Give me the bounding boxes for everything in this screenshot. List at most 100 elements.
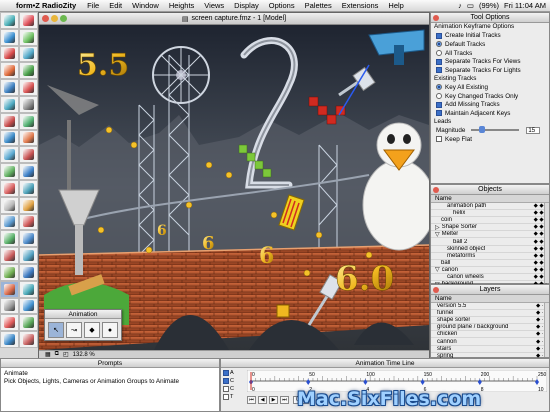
layers-list-item[interactable]: cannon ◆ · · bbox=[431, 338, 549, 346]
timeline-title[interactable]: Animation Time Line bbox=[221, 359, 549, 368]
menu-help[interactable]: Help bbox=[383, 1, 408, 10]
modeling-tool-button[interactable] bbox=[19, 79, 38, 96]
modeling-tool-button[interactable] bbox=[19, 196, 38, 214]
path-tool-button[interactable]: ↝ bbox=[66, 322, 82, 338]
objects-scrollbar[interactable] bbox=[544, 203, 549, 283]
modeling-tool-button[interactable] bbox=[19, 331, 38, 348]
model-window-titlebar[interactable]: ▤ screen capture.fmz - 1 [Model] bbox=[39, 13, 429, 25]
modeling-tool-button[interactable] bbox=[19, 45, 38, 63]
sound-icon[interactable]: ♪ bbox=[458, 1, 462, 10]
objects-list-item[interactable]: ▽ canon ◆ ◆ · bbox=[431, 267, 549, 274]
modeling-tool-button[interactable] bbox=[0, 280, 19, 298]
magnitude-input[interactable]: 15 bbox=[526, 126, 541, 134]
objects-list-item[interactable]: metaforms ◆ ◆ · bbox=[431, 253, 549, 260]
modeling-tool-button[interactable] bbox=[0, 129, 19, 147]
objects-titlebar[interactable]: Objects bbox=[431, 185, 549, 195]
modeling-tool-button[interactable] bbox=[0, 297, 19, 315]
wire-icon[interactable]: ⧉ bbox=[55, 351, 59, 358]
modeling-tool-button[interactable] bbox=[0, 331, 19, 348]
modeling-tool-button[interactable] bbox=[0, 263, 19, 281]
modeling-tool-button[interactable] bbox=[0, 213, 19, 231]
menu-window[interactable]: Window bbox=[127, 1, 164, 10]
menu-file[interactable]: File bbox=[82, 1, 104, 10]
zoom-level[interactable]: 132.8 % bbox=[73, 352, 95, 358]
render-viewport[interactable]: 5.5 6 6 6 6.0 bbox=[39, 25, 429, 350]
all-tracks-radio[interactable]: All Tracks bbox=[431, 49, 549, 58]
modeling-tool-button[interactable] bbox=[0, 146, 19, 164]
record-tool-button[interactable]: ● bbox=[102, 322, 118, 338]
objects-list-item[interactable]: helix ◆ ◆ · bbox=[431, 210, 549, 218]
objects-list-item[interactable]: canon wheels ◆ ◆ · bbox=[431, 274, 549, 282]
modeling-tool-button[interactable] bbox=[0, 62, 19, 80]
menu-palettes[interactable]: Palettes bbox=[300, 1, 337, 10]
keep-flat-checkbox[interactable]: Keep Flat bbox=[431, 135, 549, 144]
objects-column-header[interactable]: Name bbox=[431, 195, 549, 203]
modeling-tool-button[interactable] bbox=[19, 263, 38, 281]
modeling-tool-button[interactable] bbox=[0, 163, 19, 180]
modeling-tool-button[interactable] bbox=[0, 179, 19, 197]
modeling-tool-button[interactable] bbox=[0, 12, 19, 29]
modeling-tool-button[interactable] bbox=[0, 95, 19, 113]
modeling-tool-button[interactable] bbox=[0, 230, 19, 248]
menu-heights[interactable]: Heights bbox=[164, 1, 199, 10]
modeling-tool-button[interactable] bbox=[0, 112, 19, 130]
key-all-existing-radio[interactable]: Key All Existing bbox=[431, 83, 549, 92]
modeling-tool-button[interactable] bbox=[0, 247, 19, 264]
expander-icon[interactable]: ▽ bbox=[435, 266, 440, 273]
expander-icon[interactable]: ▽ bbox=[435, 231, 440, 238]
layers-list-item[interactable]: funnel ◆ · · bbox=[431, 310, 549, 318]
keyframe-tool-button[interactable]: ◆ bbox=[84, 322, 100, 338]
layers-column-header[interactable]: Name bbox=[431, 295, 549, 303]
modeling-tool-button[interactable] bbox=[19, 213, 38, 231]
close-panel-button[interactable] bbox=[433, 15, 439, 21]
zoom-window-button[interactable] bbox=[60, 15, 67, 22]
modeling-tool-button[interactable] bbox=[19, 247, 38, 264]
modeling-tool-button[interactable] bbox=[19, 280, 38, 298]
layers-titlebar[interactable]: Layers bbox=[431, 285, 549, 295]
app-menu[interactable]: form•Z RadioZity bbox=[14, 1, 82, 10]
objects-list-item[interactable]: ▷ Shape Sorter ◆ ◆ · bbox=[431, 224, 549, 232]
menu-options[interactable]: Options bbox=[264, 1, 300, 10]
layers-list-item[interactable]: ground plane / background ◆ · · bbox=[431, 324, 549, 332]
expander-icon[interactable]: ▷ bbox=[435, 224, 440, 231]
modeling-tool-button[interactable] bbox=[19, 28, 38, 46]
close-window-button[interactable] bbox=[42, 15, 49, 22]
objects-list-item[interactable]: coin ◆ ◆ · bbox=[431, 217, 549, 225]
modeling-tool-button[interactable] bbox=[19, 179, 38, 197]
layers-scrollbar[interactable] bbox=[544, 303, 549, 357]
modeling-tool-button[interactable] bbox=[19, 297, 38, 315]
modeling-tool-button[interactable] bbox=[19, 112, 38, 130]
slider-knob[interactable] bbox=[478, 126, 485, 134]
go-end-button[interactable]: ⏭ bbox=[280, 396, 289, 404]
modeling-tool-button[interactable] bbox=[0, 28, 19, 46]
menu-extensions[interactable]: Extensions bbox=[337, 1, 384, 10]
modeling-tool-button[interactable] bbox=[19, 129, 38, 147]
modeling-tool-button[interactable] bbox=[19, 95, 38, 113]
objects-list-item[interactable]: animation path ◆ ◆ · bbox=[431, 203, 549, 211]
timeline-toggle-t[interactable]: T bbox=[223, 394, 239, 400]
key-changed-tracks-radio[interactable]: Key Changed Tracks Only bbox=[431, 92, 549, 101]
modeling-tool-button[interactable] bbox=[0, 45, 19, 63]
view-mode-icon[interactable]: ▦ bbox=[45, 351, 51, 358]
close-panel-button[interactable] bbox=[433, 287, 439, 293]
timeline-toggle-a[interactable]: A bbox=[223, 370, 239, 376]
layers-list-item[interactable]: version 5.5 ◆ · · bbox=[431, 303, 549, 311]
modeling-tool-button[interactable] bbox=[19, 62, 38, 80]
minimize-window-button[interactable] bbox=[51, 15, 58, 22]
timeline-toggle-c2[interactable]: C bbox=[223, 386, 239, 392]
menu-edit[interactable]: Edit bbox=[104, 1, 127, 10]
prompts-title[interactable]: Prompts bbox=[1, 359, 219, 368]
camera-icon[interactable]: ◰ bbox=[63, 351, 69, 358]
battery-icon[interactable]: ▭ bbox=[467, 1, 474, 10]
go-start-button[interactable]: ⏮ bbox=[247, 396, 256, 404]
objects-list-item[interactable]: ▽ Melter ◆ ◆ · bbox=[431, 231, 549, 239]
modeling-tool-button[interactable] bbox=[0, 314, 19, 332]
modeling-tool-button[interactable] bbox=[0, 79, 19, 96]
timeline-toggle-c1[interactable]: C bbox=[223, 378, 239, 384]
layers-list-item[interactable]: chicken ◆ · · bbox=[431, 331, 549, 339]
modeling-tool-button[interactable] bbox=[19, 146, 38, 164]
layers-list-item[interactable]: shape sorter ◆ · · bbox=[431, 317, 549, 325]
add-missing-tracks-checkbox[interactable]: Add Missing Tracks bbox=[431, 100, 549, 109]
objects-list-item[interactable]: ball 2 ◆ ◆ · bbox=[431, 238, 549, 246]
step-back-button[interactable]: ◀ bbox=[258, 396, 267, 404]
